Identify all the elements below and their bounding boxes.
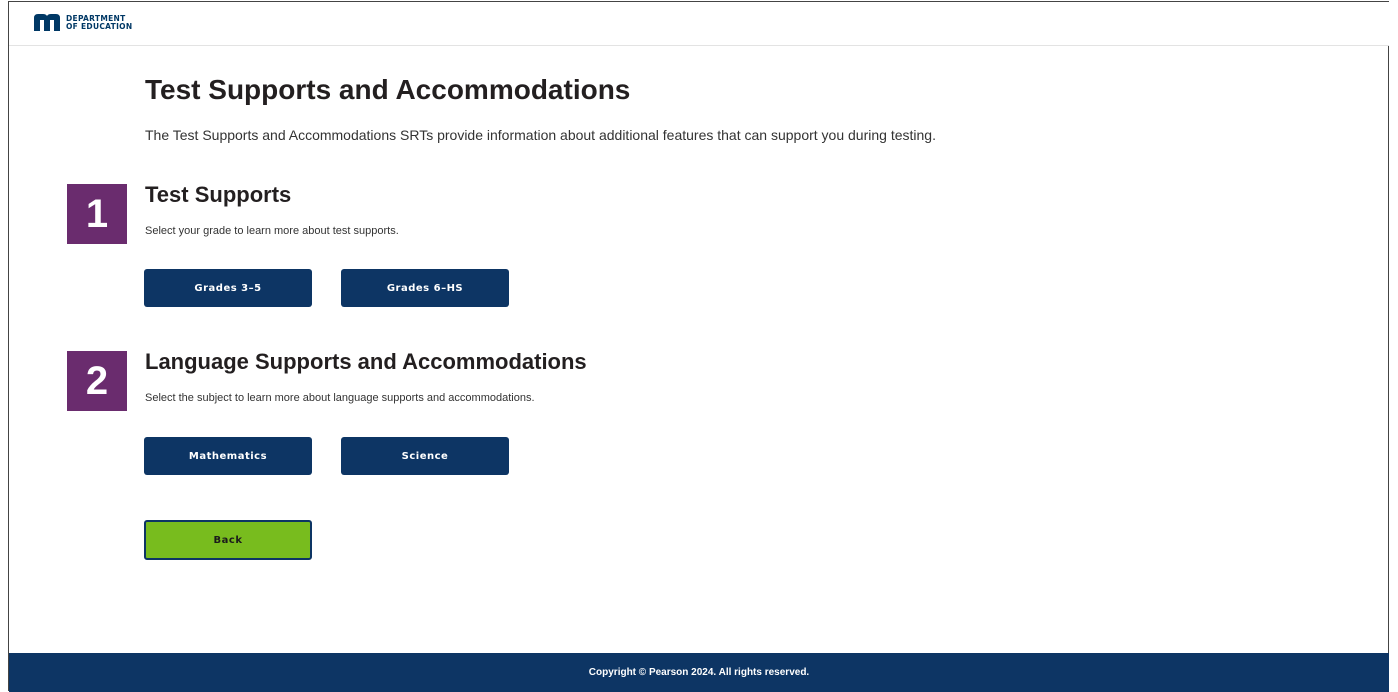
footer-copyright: Copyright © Pearson 2024. All rights res…	[588, 667, 810, 678]
science-button[interactable]: Science	[341, 437, 509, 475]
mde-logo[interactable]: DEPARTMENT OF EDUCATION	[34, 14, 132, 31]
logo-text: DEPARTMENT OF EDUCATION	[66, 15, 132, 30]
section-desc-language-supports: Select the subject to learn more about l…	[145, 392, 535, 404]
page-title: Test Supports and Accommodations	[145, 74, 631, 105]
section-title-language-supports: Language Supports and Accommodations	[145, 349, 587, 374]
logo-line-2: OF EDUCATION	[66, 21, 133, 31]
section-desc-test-supports: Select your grade to learn more about te…	[145, 225, 399, 237]
section-title-test-supports: Test Supports	[145, 182, 292, 207]
grades-6-hs-button[interactable]: Grades 6–HS	[341, 269, 509, 307]
mn-logo-icon	[34, 14, 60, 31]
grades-3-5-button[interactable]: Grades 3–5	[144, 269, 312, 307]
section-number-2: 2	[67, 351, 127, 411]
back-button[interactable]: Back	[144, 520, 312, 560]
page-intro: The Test Supports and Accommodations SRT…	[145, 127, 936, 143]
section-number-1: 1	[67, 184, 127, 244]
mathematics-button[interactable]: Mathematics	[144, 437, 312, 475]
footer: Copyright © Pearson 2024. All rights res…	[9, 653, 1389, 692]
top-header: DEPARTMENT OF EDUCATION	[9, 2, 1389, 46]
